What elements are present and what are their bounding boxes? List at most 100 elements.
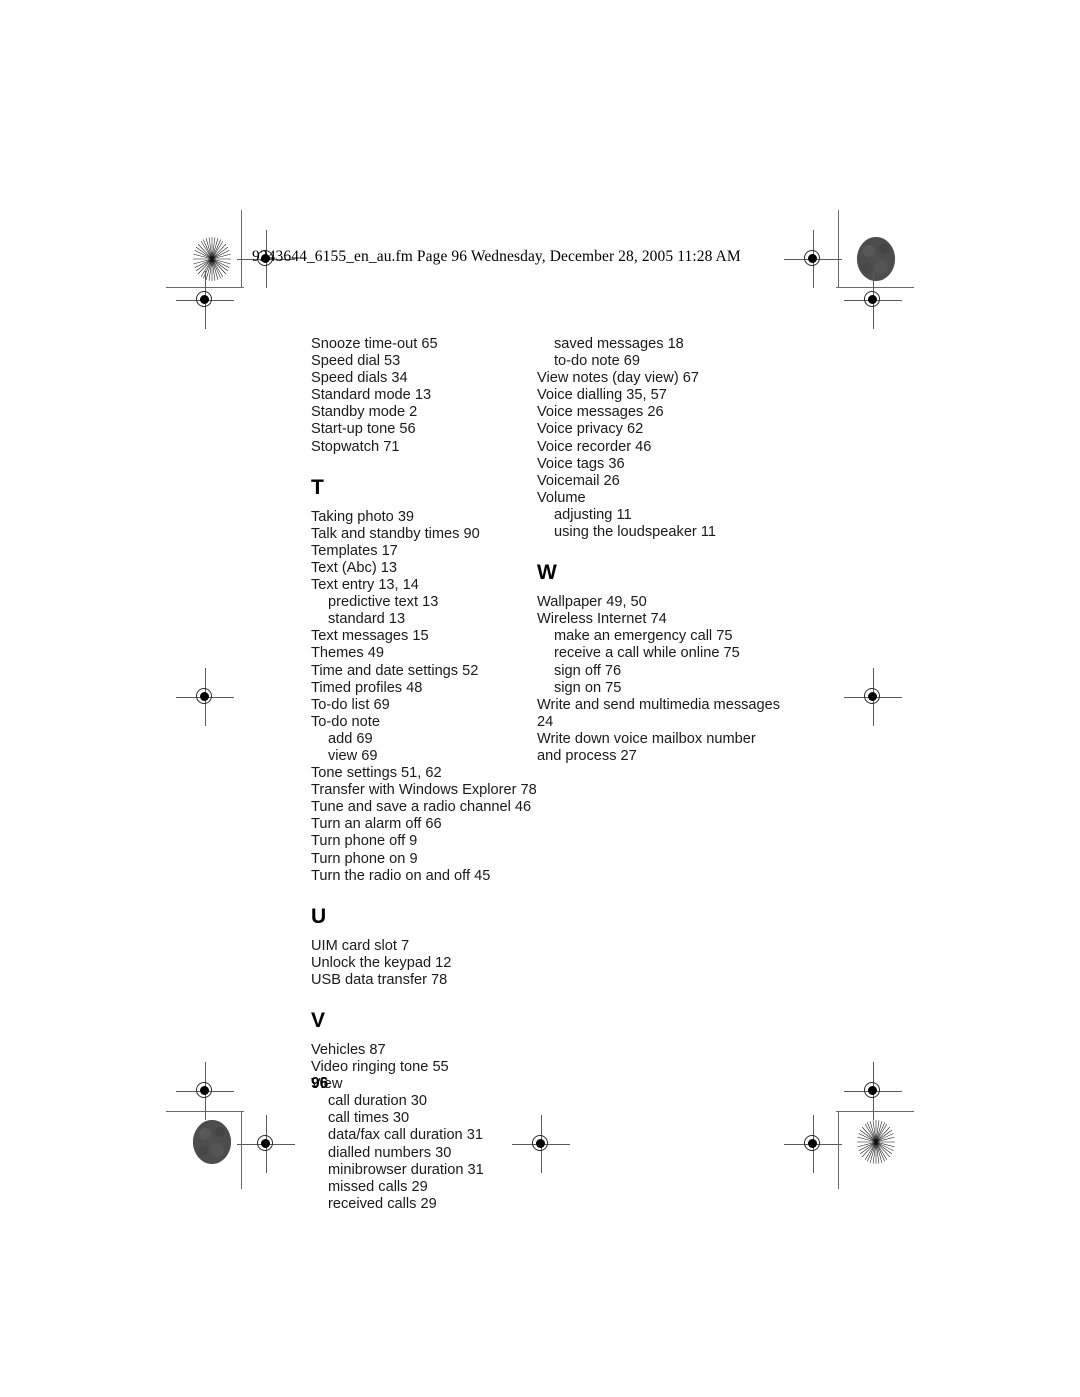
- index-entry: Text (Abc) 13: [311, 559, 397, 576]
- index-entry: Transfer with Windows Explorer 78: [311, 782, 537, 799]
- registration-dot: [808, 254, 817, 263]
- index-entry: Stopwatch 71: [311, 438, 400, 455]
- index-entry: Turn the radio on and off 45: [311, 867, 491, 884]
- index-entry: Video ringing tone 55: [311, 1059, 449, 1076]
- index-subentry: received calls 29: [328, 1195, 437, 1212]
- registration-mark-middle-left: [176, 668, 234, 726]
- registration-dot: [200, 1086, 209, 1095]
- print-slug-line: 9243644_6155_en_au.fm Page 96 Wednesday,…: [252, 248, 741, 265]
- crop-line-bottom-right-horizontal: [836, 1111, 914, 1112]
- crop-line-left-vertical: [241, 210, 242, 288]
- index-subentry: predictive text 13: [328, 594, 439, 611]
- index-subentry: using the loudspeaker 11: [554, 524, 716, 541]
- index-entry: Volume: [537, 489, 586, 506]
- index-entry: Wallpaper 49, 50: [537, 594, 647, 611]
- index-subentry: data/fax call duration 31: [328, 1127, 483, 1144]
- registration-mark-bottom-left-outer: [176, 1062, 234, 1120]
- index-entry: Text entry 13, 14: [311, 577, 419, 594]
- page-number: 96: [311, 1075, 329, 1092]
- index-entry: Turn phone off 9: [311, 833, 418, 850]
- index-entry: Turn an alarm off 66: [311, 816, 442, 833]
- registration-dot: [808, 1139, 817, 1148]
- index-column-left: Snooze time-out 65 Speed dial 53 Speed dia…: [311, 336, 557, 1213]
- index-entry: Voice privacy 62: [537, 421, 644, 438]
- index-entry: Voicemail 26: [537, 472, 620, 489]
- crop-line-bottom-right-vertical: [838, 1111, 839, 1189]
- registration-mark-bottom-right-inner: [784, 1115, 842, 1173]
- index-entry: Snooze time-out 65: [311, 336, 438, 352]
- index-entry: Tune and save a radio channel 46: [311, 799, 532, 816]
- index-subentry: adjusting 11: [554, 506, 632, 523]
- registration-mark-top-right-outer: [844, 271, 902, 329]
- index-subentry: minibrowser duration 31: [328, 1161, 484, 1178]
- index-entry: Standby mode 2: [311, 404, 418, 421]
- registration-mark-middle-right: [844, 668, 902, 726]
- index-entry: Themes 49: [311, 645, 385, 662]
- starburst-density-mark-top-left: [193, 237, 231, 281]
- index-entry: Speed dials 34: [311, 370, 408, 387]
- registration-dot: [200, 295, 209, 304]
- solid-density-icon: [193, 1120, 231, 1164]
- index-entry: Voice tags 36: [537, 455, 625, 472]
- index-subentry: add 69: [328, 730, 373, 747]
- index-entry: UIM card slot 7: [311, 937, 410, 954]
- registration-mark-bottom-right-outer: [844, 1062, 902, 1120]
- crop-line-bottom-left-vertical: [241, 1111, 242, 1189]
- index-entry: Vehicles 87: [311, 1042, 386, 1058]
- index-subentry: call times 30: [328, 1110, 410, 1127]
- index-entry: Voice dialling 35, 57: [537, 387, 667, 404]
- index-subentry: receive a call while online 75: [554, 645, 740, 662]
- registration-mark-top-right-inner: [784, 230, 842, 288]
- registration-dot: [868, 295, 877, 304]
- index-entry: USB data transfer 78: [311, 971, 448, 988]
- registration-dot: [868, 1086, 877, 1095]
- index-subentry: make an emergency call 75: [554, 628, 733, 645]
- index-entry: To-do list 69: [311, 696, 390, 713]
- solid-density-mark-bottom-left: [193, 1120, 231, 1164]
- index-column-right: saved messages 18 to-do note 69 View notes…: [537, 336, 783, 765]
- index-entry: To-do note: [311, 713, 380, 730]
- registration-dot: [200, 692, 209, 701]
- solid-density-icon: [857, 237, 895, 281]
- index-entry: Voice messages 26: [537, 404, 664, 421]
- index-entry: Turn phone on 9: [311, 850, 418, 867]
- index-subentry: saved messages 18: [554, 336, 684, 352]
- registration-dot: [868, 692, 877, 701]
- index-subentry: sign off 76: [554, 662, 622, 679]
- index-section-heading: W: [537, 561, 557, 585]
- index-entry: Templates 17: [311, 542, 398, 559]
- index-entry: Voice recorder 46: [537, 438, 652, 455]
- index-section-heading: U: [311, 904, 327, 928]
- index-entry: Write and send multimedia messages 24: [537, 696, 781, 730]
- index-entry: Text messages 15: [311, 628, 429, 645]
- index-entry: Wireless Internet 74: [537, 611, 667, 628]
- index-subentry: dialled numbers 30: [328, 1144, 452, 1161]
- index-entry: Taking photo 39: [311, 508, 415, 525]
- index-entry: Timed profiles 48: [311, 679, 423, 696]
- index-entry: Tone settings 51, 62: [311, 765, 442, 782]
- index-entry: View notes (day view) 67: [537, 370, 699, 387]
- registration-dot: [261, 1139, 270, 1148]
- index-section-heading: T: [311, 475, 324, 499]
- index-entry: Speed dial 53: [311, 353, 401, 370]
- starburst-density-mark-bottom-right: [857, 1120, 895, 1164]
- index-entry: Unlock the keypad 12: [311, 954, 452, 971]
- crop-line-right-vertical: [838, 210, 839, 288]
- index-section-heading: V: [311, 1009, 326, 1032]
- index-subentry: call duration 30: [328, 1093, 427, 1110]
- index-entry: Standard mode 13: [311, 387, 432, 404]
- registration-mark-bottom-left-inner: [237, 1115, 295, 1173]
- index-entry: Start-up tone 56: [311, 421, 416, 438]
- index-subentry: missed calls 29: [328, 1178, 428, 1195]
- index-subentry: to-do note 69: [554, 353, 641, 370]
- index-entry: Talk and standby times 90: [311, 525, 480, 542]
- index-entry: Time and date settings 52: [311, 662, 479, 679]
- index-entry: Write down voice mailbox number and proc…: [537, 730, 756, 764]
- solid-density-mark-top-right: [857, 237, 895, 281]
- index-subentry: standard 13: [328, 611, 406, 628]
- index-subentry: view 69: [328, 747, 378, 764]
- index-subentry: sign on 75: [554, 679, 622, 696]
- starburst-icon: [193, 237, 231, 281]
- index-entry: View: [311, 1076, 343, 1093]
- printed-page: 9243644_6155_en_au.fm Page 96 Wednesday,…: [0, 0, 1080, 1397]
